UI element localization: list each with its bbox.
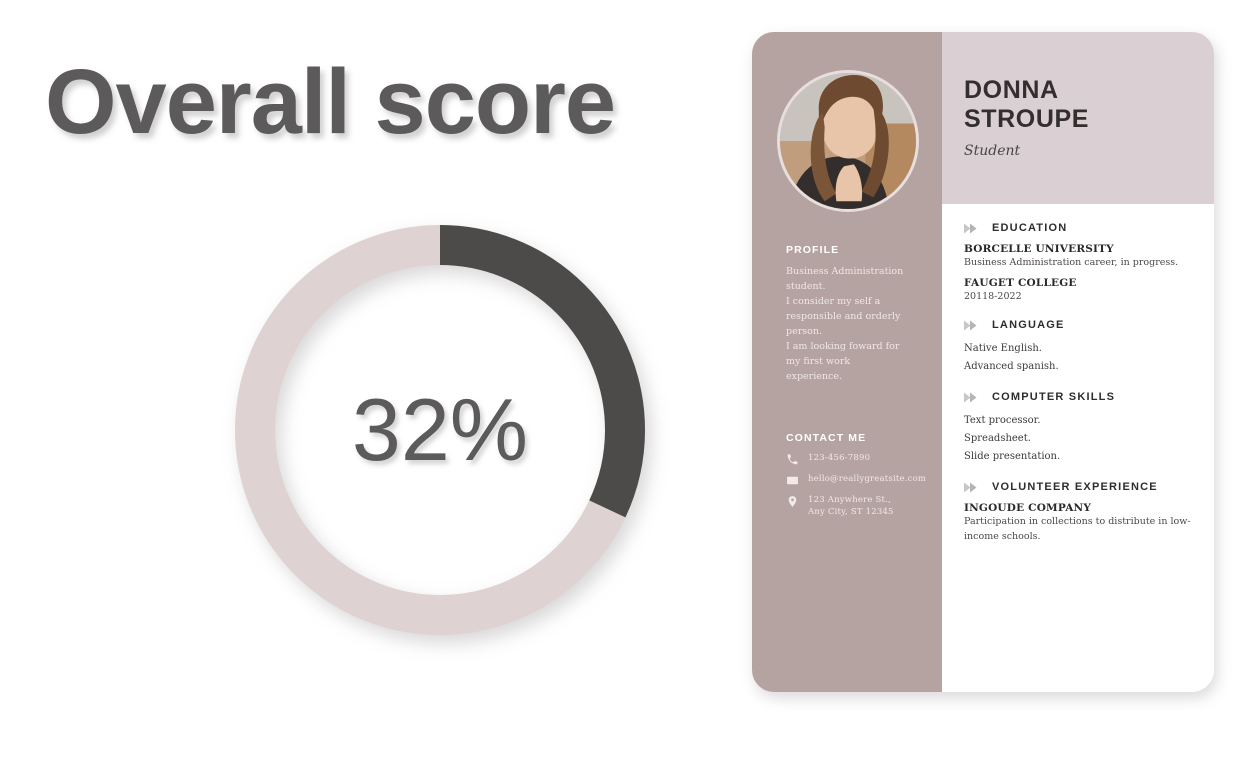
profile-line: person. [786,326,822,337]
section-language: LANGUAGE Native English. Advanced spanis… [964,319,1196,376]
resume-card: PROFILE Business Administration student.… [752,32,1214,692]
profile-line: I am looking foward for [786,341,900,352]
first-name: DONNA [964,76,1059,104]
double-chevron-icon [964,320,981,331]
last-name: STROUPE [964,105,1090,133]
section-computer-skills: COMPUTER SKILLS Text processor. Spreadsh… [964,391,1196,466]
score-panel: Overall score 32% [0,0,740,758]
portrait-photo-icon [780,73,916,209]
donut-chart: 32% [225,215,655,645]
section-volunteer-experience: VOLUNTEER EXPERIENCE INGOUDE COMPANY Par… [964,481,1196,544]
donut-center-label: 32% [351,380,529,479]
job-title: Student [964,143,1021,159]
contact-heading: CONTACT ME [786,432,867,444]
section-line: Text processor. [964,415,1041,426]
profile-line: I consider my self a [786,296,881,307]
section-line: Slide presentation. [964,451,1061,462]
profile-text: Business Administration student. I consi… [786,264,934,384]
contact-row-address[interactable]: 123 Anywhere St., Any City, ST 12345 [786,494,934,518]
profile-heading: PROFILE [786,244,840,256]
contact-row-phone[interactable]: 123-456-7890 [786,452,934,466]
section-line: Spreadsheet. [964,433,1031,444]
section-line: Native English. [964,343,1042,354]
entry-organization: FAUGET COLLEGE [964,277,1077,289]
double-chevron-icon [964,223,981,234]
double-chevron-icon [964,392,981,403]
profile-line: student. [786,281,826,292]
envelope-icon [786,473,800,487]
entry-description: Business Administration career, in progr… [964,257,1179,268]
entry-organization: INGOUDE COMPANY [964,502,1092,514]
contact-row-email[interactable]: hello@reallygreatsite.com [786,473,934,487]
section-education: EDUCATION BORCELLE UNIVERSITY Business A… [964,222,1196,304]
contact-email-text: hello@reallygreatsite.com [808,474,927,484]
contact-section: CONTACT ME 123-456-7890 hello@reallygrea… [786,432,934,518]
section-header: COMPUTER SKILLS [964,391,1196,403]
profile-section: PROFILE Business Administration student.… [786,244,934,384]
avatar [777,70,919,212]
phone-icon [786,452,800,466]
profile-line: Business Administration [786,266,904,277]
location-pin-icon [786,494,800,508]
profile-line: experience. [786,371,842,382]
profile-line: my first work [786,356,851,367]
section-header: EDUCATION [964,222,1196,234]
section-header: VOLUNTEER EXPERIENCE [964,481,1196,493]
entry-organization: BORCELLE UNIVERSITY [964,243,1114,255]
section-title: COMPUTER SKILLS [992,391,1116,403]
address-line: Any City, ST 12345 [808,507,894,517]
section-title: EDUCATION [992,222,1068,234]
page-title: Overall score [45,51,616,153]
entry-description: 20118-2022 [964,291,1022,302]
section-line: Advanced spanish. [964,361,1059,372]
section-title: VOLUNTEER EXPERIENCE [992,481,1158,493]
double-chevron-icon [964,482,981,493]
section-title: LANGUAGE [992,319,1065,331]
section-header: LANGUAGE [964,319,1196,331]
contact-phone-text: 123-456-7890 [808,453,871,463]
profile-line: responsible and orderly [786,311,901,322]
resume-sections: EDUCATION BORCELLE UNIVERSITY Business A… [942,204,1214,544]
entry-description: Participation in collections to distribu… [964,516,1191,542]
address-line: 123 Anywhere St., [808,495,891,505]
contact-address-text: 123 Anywhere St., Any City, ST 12345 [808,494,894,518]
name-band: DONNA STROUPE Student [942,32,1214,204]
resume-sidebar: PROFILE Business Administration student.… [752,32,942,692]
resume-main: DONNA STROUPE Student EDUCATION BORCELLE… [942,32,1214,692]
